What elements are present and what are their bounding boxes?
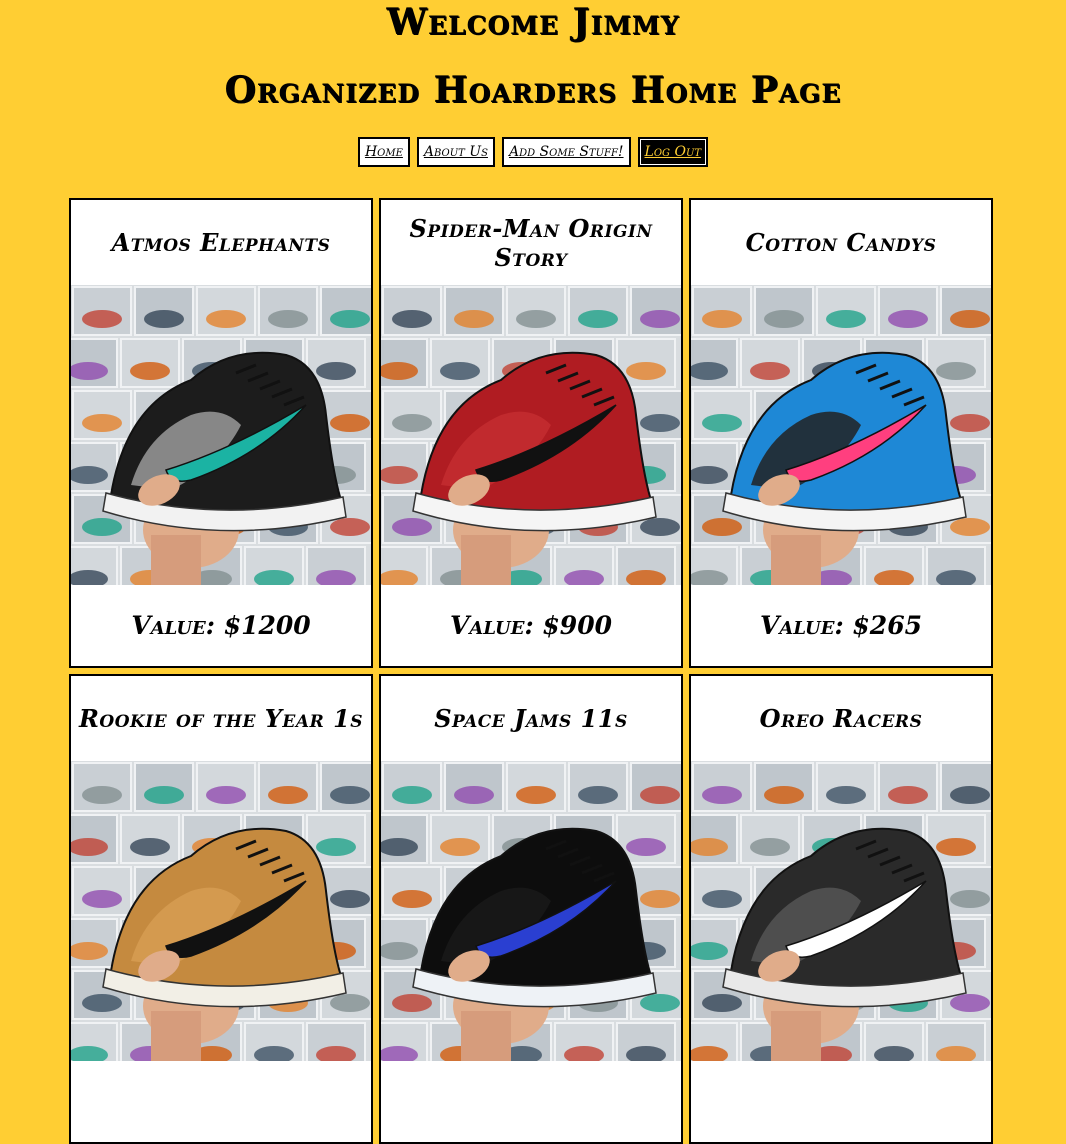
item-value: Value: $900 xyxy=(450,611,612,640)
nav-about-button[interactable]: About Us xyxy=(416,137,495,167)
sneaker-photo-image xyxy=(71,761,371,1061)
item-name: Space Jams 11s xyxy=(434,704,628,733)
sneaker-photo-image xyxy=(381,285,681,585)
item-card[interactable]: Space Jams 11s xyxy=(379,674,683,1144)
sneaker-photo-image xyxy=(381,761,681,1061)
item-name: Atmos Elephants xyxy=(111,228,331,257)
sneaker-photo-image xyxy=(691,761,991,1061)
item-card[interactable]: Rookie of the Year 1s xyxy=(69,674,373,1144)
nav-home-button[interactable]: Home xyxy=(357,137,410,167)
item-card[interactable]: Atmos Elephants Value: $1200 xyxy=(69,198,373,668)
sneaker-photo-image xyxy=(691,285,991,585)
item-card[interactable]: Oreo Racers xyxy=(689,674,993,1144)
welcome-heading: Welcome Jimmy xyxy=(386,1,680,43)
item-card[interactable]: Spider-Man Origin Story Value: $900 xyxy=(379,198,683,668)
sneaker-photo xyxy=(71,761,371,1061)
item-grid: Atmos Elephants Value: $1200 Spider-Man … xyxy=(69,198,993,1144)
sneaker-photo xyxy=(691,761,991,1061)
item-value: Value: $1200 xyxy=(131,611,311,640)
item-name: Rookie of the Year 1s xyxy=(78,704,364,733)
sneaker-photo xyxy=(381,285,681,585)
main-nav: Home About Us Add Some Stuff! Log Out xyxy=(0,137,1066,167)
item-value: Value: $265 xyxy=(760,611,922,640)
nav-logout-button[interactable]: Log Out xyxy=(637,137,709,167)
sneaker-photo xyxy=(71,285,371,585)
sneaker-photo xyxy=(381,761,681,1061)
sneaker-photo xyxy=(691,285,991,585)
item-name: Oreo Racers xyxy=(759,704,923,733)
item-card[interactable]: Cotton Candys Value: $265 xyxy=(689,198,993,668)
page-title: Organized Hoarders Home Page xyxy=(224,69,842,111)
sneaker-photo-image xyxy=(71,285,371,585)
item-name: Spider-Man Origin Story xyxy=(409,213,653,272)
item-name: Cotton Candys xyxy=(745,228,937,257)
item-value xyxy=(71,1061,371,1142)
item-value xyxy=(381,1061,681,1142)
nav-add-stuff-button[interactable]: Add Some Stuff! xyxy=(501,137,631,167)
item-value xyxy=(691,1061,991,1142)
